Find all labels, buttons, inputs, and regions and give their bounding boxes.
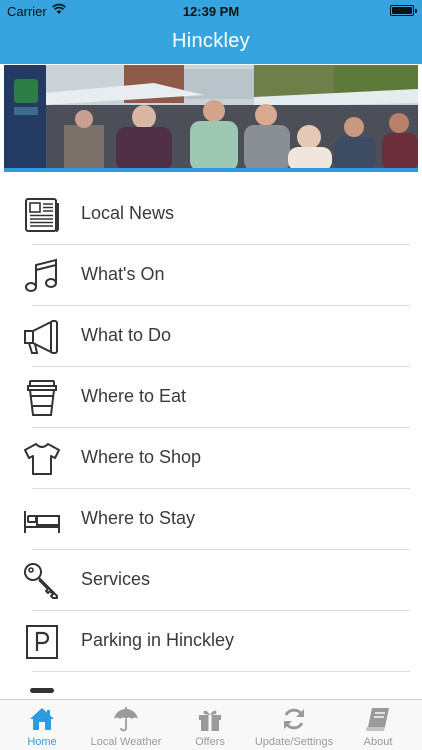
banner-divider (4, 168, 418, 172)
umbrella-icon (114, 707, 138, 732)
banner-image (4, 65, 418, 171)
tab-offers[interactable]: Offers (168, 700, 252, 750)
tab-bar: Home Local Weather Offers Update/Setting… (0, 699, 422, 750)
menu-item-label: Parking in Hinckley (81, 630, 235, 650)
tab-label: Offers (195, 736, 225, 748)
coffee-cup-icon (27, 380, 57, 416)
tab-about[interactable]: About (336, 700, 420, 750)
tab-label: Local Weather (90, 736, 162, 748)
tab-label: About (363, 736, 393, 748)
menu-item-whats-on[interactable]: What's On (0, 245, 422, 306)
tshirt-icon (24, 443, 60, 475)
menu-item-local-news[interactable]: Local News (0, 184, 422, 245)
music-note-icon (25, 258, 57, 292)
menu-item-partial[interactable] (0, 672, 422, 698)
menu-item-where-to-stay[interactable]: Where to Stay (0, 489, 422, 550)
menu-item-where-to-shop[interactable]: Where to Shop (0, 428, 422, 489)
refresh-icon (284, 708, 304, 730)
tab-home[interactable]: Home (0, 700, 84, 750)
menu-item-label: Where to Shop (81, 447, 202, 467)
menu-item-services[interactable]: Services (0, 550, 422, 611)
menu-item-where-to-eat[interactable]: Where to Eat (0, 367, 422, 428)
parking-icon (26, 625, 58, 659)
tab-local-weather[interactable]: Local Weather (84, 700, 168, 750)
menu-item-what-to-do[interactable]: What to Do (0, 306, 422, 367)
tab-update-settings[interactable]: Update/Settings (252, 700, 336, 750)
status-bar: Carrier 12:39 PM (0, 0, 422, 22)
menu-item-label: What to Do (81, 325, 172, 345)
tab-label: Update/Settings (254, 736, 334, 748)
battery-icon (390, 5, 417, 16)
newspaper-icon (25, 198, 59, 232)
tab-label: Home (27, 736, 57, 748)
menu-item-label: Services (81, 569, 151, 589)
book-icon (366, 708, 389, 731)
clock: 12:39 PM (182, 4, 240, 19)
menu-item-label: Where to Eat (81, 386, 187, 406)
menu-item-label: Local News (81, 203, 175, 223)
nav-header: Carrier 12:39 PM Hinckley (0, 0, 422, 64)
key-icon (24, 563, 58, 599)
home-icon (30, 708, 54, 730)
menu-list: Local News What's On What to Do Where to… (0, 184, 422, 698)
menu-item-label: What's On (81, 264, 165, 284)
megaphone-icon (24, 320, 58, 354)
gift-icon (199, 710, 221, 731)
menu-item-label: Where to Stay (81, 508, 196, 528)
page-title: Hinckley (172, 30, 250, 52)
partial-icon (30, 688, 54, 693)
menu-item-parking[interactable]: Parking in Hinckley (0, 611, 422, 672)
bed-icon (24, 511, 60, 533)
